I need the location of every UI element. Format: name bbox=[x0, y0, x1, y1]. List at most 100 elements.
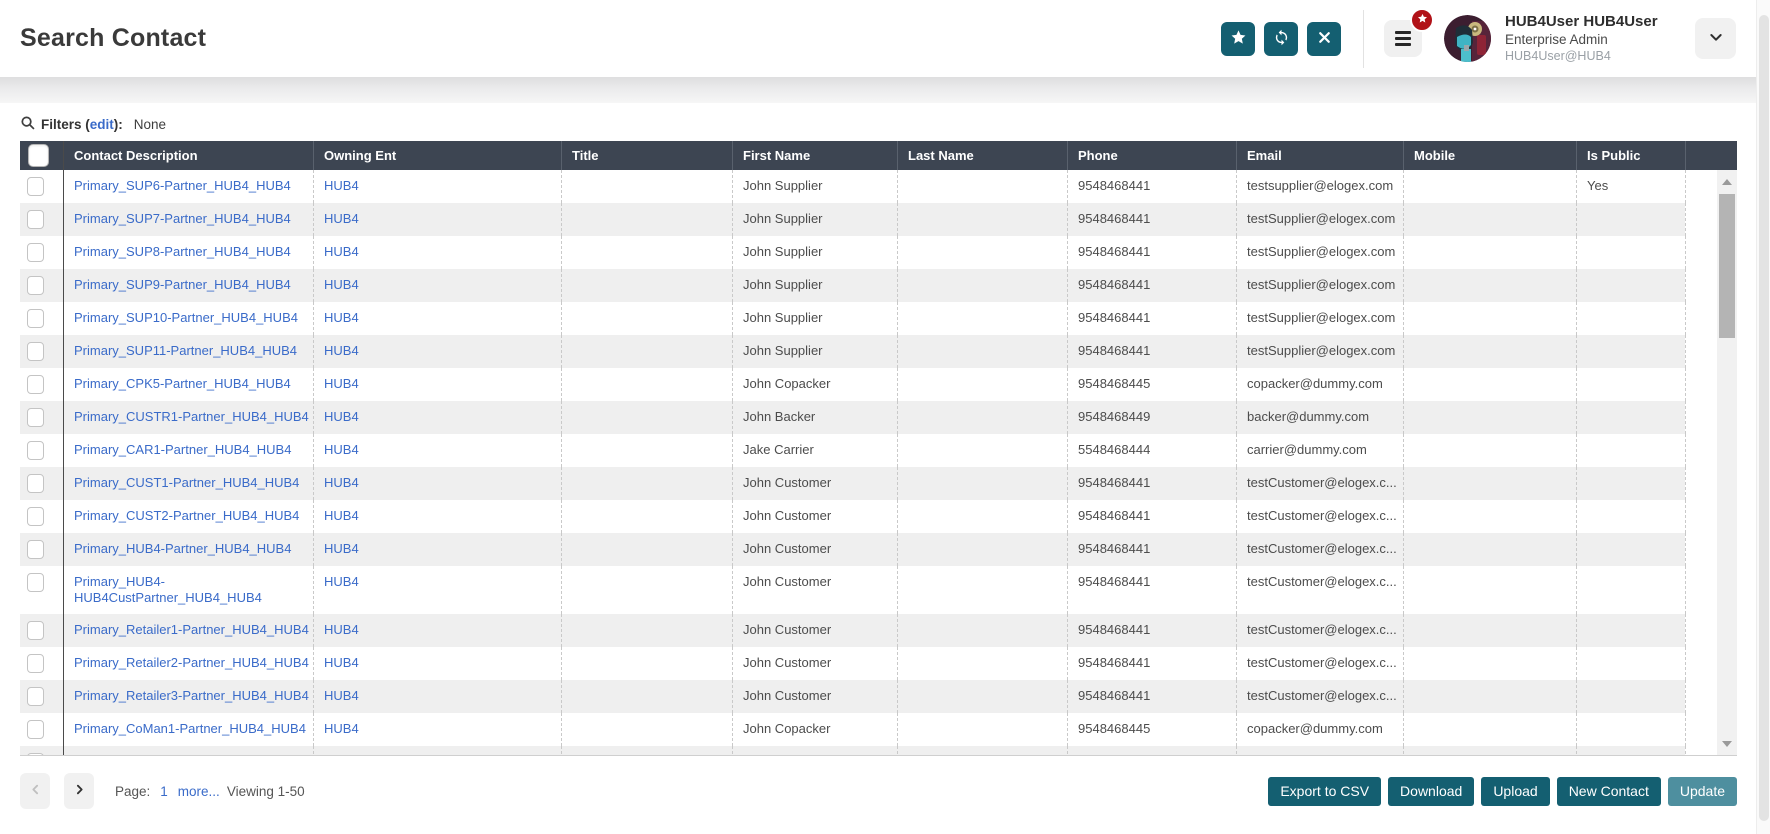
contact-description-link[interactable]: Primary_SUP7-Partner_HUB4_HUB4 bbox=[74, 211, 291, 226]
owning-ent-link[interactable]: HUB4 bbox=[324, 244, 359, 259]
contact-description-link[interactable]: Primary_CUST1-Partner_HUB4_HUB4 bbox=[74, 475, 299, 490]
owning-ent-cell: HUB4 bbox=[313, 614, 561, 647]
export-to-csv-button[interactable]: Export to CSV bbox=[1268, 776, 1382, 806]
phone-cell: 9548468441 bbox=[1067, 647, 1236, 680]
contact-description-link[interactable]: Primary_Retailer2-Partner_HUB4_HUB4 bbox=[74, 655, 309, 670]
row-checkbox[interactable] bbox=[27, 507, 44, 526]
page-number-link[interactable]: 1 bbox=[160, 784, 168, 799]
row-checkbox[interactable] bbox=[27, 687, 44, 706]
row-checkbox[interactable] bbox=[27, 375, 44, 394]
chevron-down-icon bbox=[1708, 29, 1724, 48]
column-header-owning-ent[interactable]: Owning Ent bbox=[313, 141, 561, 170]
owning-ent-link[interactable]: HUB4 bbox=[324, 376, 359, 391]
contact-description-cell: Primary_Retailer3-Partner_HUB4_HUB4 bbox=[63, 680, 313, 713]
contact-description-link[interactable]: Primary_SUP11-Partner_HUB4_HUB4 bbox=[74, 343, 297, 358]
row-checkbox[interactable] bbox=[27, 474, 44, 493]
previous-page-button[interactable] bbox=[20, 773, 50, 809]
owning-ent-link[interactable]: HUB4 bbox=[324, 655, 359, 670]
filler-cell bbox=[1685, 401, 1717, 434]
contact-description-link[interactable]: Primary_SUP10-Partner_HUB4_HUB4 bbox=[74, 310, 298, 325]
column-header-title[interactable]: Title bbox=[561, 141, 732, 170]
owning-ent-cell: HUB4 bbox=[313, 269, 561, 302]
owning-ent-link[interactable]: HUB4 bbox=[324, 688, 359, 703]
row-checkbox[interactable] bbox=[27, 210, 44, 229]
column-header-contact-description[interactable]: Contact Description bbox=[63, 141, 313, 170]
scroll-down-button[interactable] bbox=[1717, 737, 1737, 751]
column-header-is-public[interactable]: Is Public bbox=[1576, 141, 1685, 170]
row-checkbox[interactable] bbox=[27, 243, 44, 262]
upload-button[interactable]: Upload bbox=[1481, 776, 1550, 806]
row-checkbox[interactable] bbox=[27, 342, 44, 361]
owning-ent-link[interactable]: HUB4 bbox=[324, 475, 359, 490]
owning-ent-link[interactable]: HUB4 bbox=[324, 508, 359, 523]
row-checkbox[interactable] bbox=[27, 654, 44, 673]
favorite-button[interactable] bbox=[1221, 21, 1255, 56]
page-scrollbar-thumb[interactable] bbox=[1759, 15, 1769, 821]
close-button[interactable] bbox=[1307, 21, 1341, 56]
contact-description-link[interactable]: Primary_CPK5-Partner_HUB4_HUB4 bbox=[74, 376, 291, 391]
column-header-first-name[interactable]: First Name bbox=[732, 141, 897, 170]
owning-ent-link[interactable]: HUB4 bbox=[324, 442, 359, 457]
column-header-mobile[interactable]: Mobile bbox=[1403, 141, 1576, 170]
new-contact-button[interactable]: New Contact bbox=[1556, 776, 1661, 806]
contact-description-link[interactable]: Primary_Retailer3-Partner_HUB4_HUB4 bbox=[74, 688, 309, 703]
download-button[interactable]: Download bbox=[1388, 776, 1475, 806]
title-cell bbox=[561, 746, 732, 755]
row-checkbox[interactable] bbox=[27, 540, 44, 559]
row-checkbox[interactable] bbox=[27, 408, 44, 427]
row-checkbox[interactable] bbox=[27, 573, 44, 592]
owning-ent-link[interactable]: HUB4 bbox=[324, 343, 359, 358]
column-header-last-name[interactable]: Last Name bbox=[897, 141, 1067, 170]
row-checkbox[interactable] bbox=[27, 621, 44, 640]
column-header-phone[interactable]: Phone bbox=[1067, 141, 1236, 170]
user-handle: HUB4User@HUB4 bbox=[1505, 48, 1611, 63]
table-scrollbar-thumb[interactable] bbox=[1719, 194, 1735, 338]
more-pages-link[interactable]: more... bbox=[178, 784, 220, 799]
contact-description-link[interactable]: Primary_CoMan1-Partner_HUB4_HUB4 bbox=[74, 721, 306, 736]
owning-ent-link[interactable]: HUB4 bbox=[324, 721, 359, 736]
row-checkbox-cell bbox=[20, 614, 63, 647]
contact-description-link[interactable]: Primary_CUST2-Partner_HUB4_HUB4 bbox=[74, 508, 299, 523]
row-checkbox[interactable] bbox=[27, 720, 44, 739]
contact-description-link[interactable]: Primary_CAR1-Partner_HUB4_HUB4 bbox=[74, 442, 291, 457]
owning-ent-link[interactable]: HUB4 bbox=[324, 574, 359, 589]
update-button[interactable]: Update bbox=[1667, 776, 1737, 806]
select-all-checkbox[interactable] bbox=[28, 144, 49, 167]
row-checkbox-cell bbox=[20, 170, 63, 203]
contact-description-link[interactable]: Primary_SUP9-Partner_HUB4_HUB4 bbox=[74, 277, 291, 292]
table-row: Primary_Retailer2-Partner_HUB4_HUB4 HUB4… bbox=[20, 647, 1717, 680]
mobile-cell bbox=[1403, 533, 1576, 566]
contact-description-link[interactable]: Primary_HUB4-HUB4CustPartner_HUB4_HUB4 bbox=[74, 574, 262, 605]
refresh-button[interactable] bbox=[1264, 21, 1298, 56]
owning-ent-link[interactable]: HUB4 bbox=[324, 310, 359, 325]
owning-ent-link[interactable]: HUB4 bbox=[324, 211, 359, 226]
title-cell bbox=[561, 647, 732, 680]
next-page-button[interactable] bbox=[64, 773, 94, 809]
contact-description-link[interactable]: Primary_CUSTR1-Partner_HUB4_HUB4 bbox=[74, 409, 309, 424]
sync-icon bbox=[1273, 29, 1290, 49]
title-cell bbox=[561, 680, 732, 713]
column-header-email[interactable]: Email bbox=[1236, 141, 1403, 170]
owning-ent-link[interactable]: HUB4 bbox=[324, 541, 359, 556]
row-checkbox[interactable] bbox=[27, 753, 44, 755]
filters-edit-link[interactable]: edit bbox=[90, 117, 114, 132]
owning-ent-link[interactable]: HUB4 bbox=[324, 178, 359, 193]
contact-description-link[interactable]: Primary_HUB4-Partner_HUB4_HUB4 bbox=[74, 541, 291, 556]
owning-ent-link[interactable]: HUB4 bbox=[324, 409, 359, 424]
row-checkbox[interactable] bbox=[27, 441, 44, 460]
contact-description-link[interactable]: Primary_Retailer1-Partner_HUB4_HUB4 bbox=[74, 622, 309, 637]
contact-description-link[interactable]: Primary_SUP6-Partner_HUB4_HUB4 bbox=[74, 178, 291, 193]
email-cell: testSupplier@elogex.com bbox=[1236, 335, 1403, 368]
contact-description-link[interactable]: Primary_SUP8-Partner_HUB4_HUB4 bbox=[74, 244, 291, 259]
row-checkbox[interactable] bbox=[27, 276, 44, 295]
row-checkbox[interactable] bbox=[27, 177, 44, 196]
owning-ent-link[interactable]: HUB4 bbox=[324, 277, 359, 292]
user-menu-expand-button[interactable] bbox=[1695, 18, 1736, 59]
email-cell: testCustomer@elogex.c... bbox=[1236, 614, 1403, 647]
scroll-up-button[interactable] bbox=[1717, 175, 1737, 189]
filler-cell bbox=[1685, 746, 1717, 755]
select-all-cell bbox=[20, 141, 63, 170]
owning-ent-link[interactable]: HUB4 bbox=[324, 622, 359, 637]
table-row bbox=[20, 746, 1717, 755]
row-checkbox[interactable] bbox=[27, 309, 44, 328]
